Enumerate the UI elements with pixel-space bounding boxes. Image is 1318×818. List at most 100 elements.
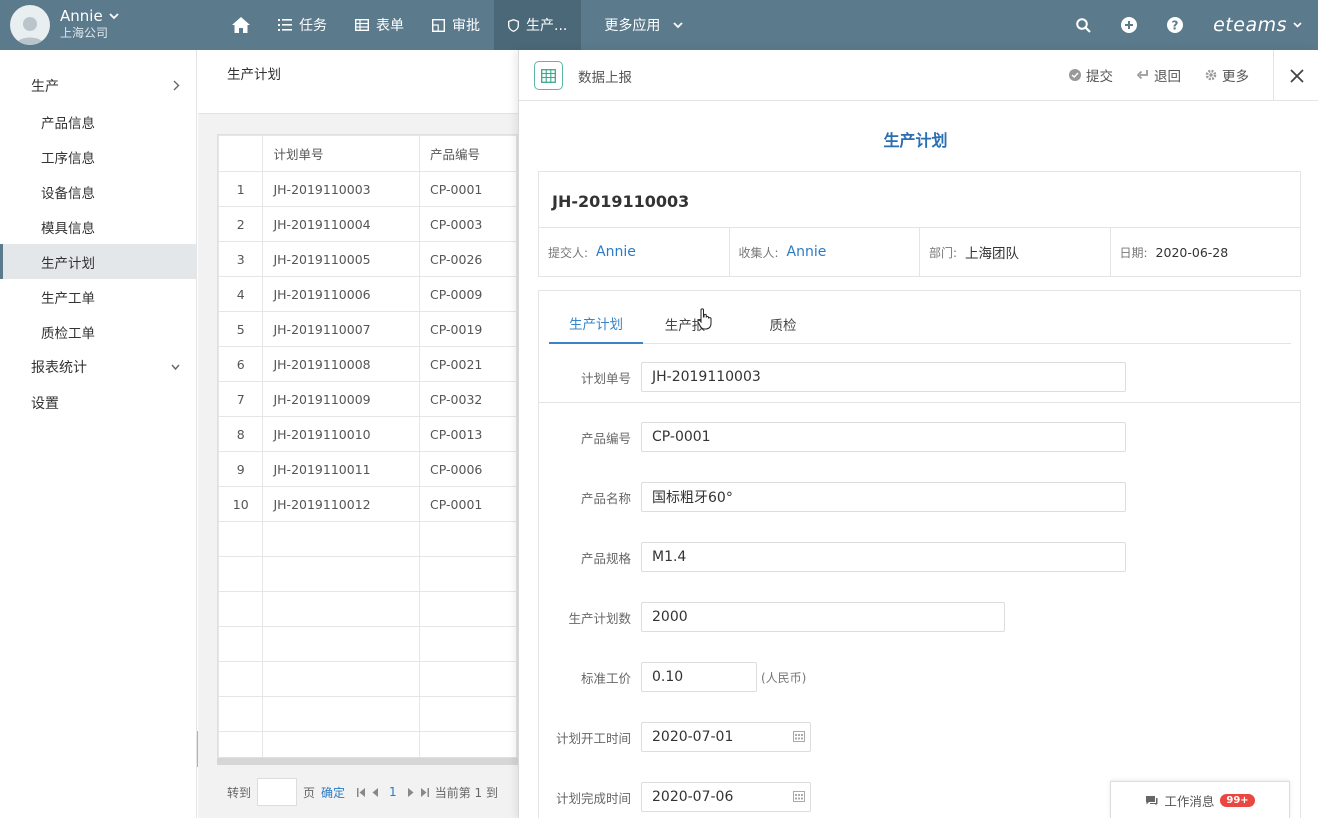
submit-button[interactable]: 提交 bbox=[1069, 65, 1113, 85]
start-date-input[interactable]: 2020-07-01 bbox=[641, 722, 811, 752]
empty-cell bbox=[419, 591, 517, 627]
field-plan-qty: 生产计划数 2000 bbox=[539, 602, 1005, 632]
tab-quality-check[interactable]: 质检 bbox=[727, 303, 839, 344]
return-button[interactable]: 退回 bbox=[1137, 65, 1181, 85]
plan-no-cell[interactable]: JH-2019110009 bbox=[262, 381, 421, 417]
table-row[interactable]: 1 JH-2019110003 CP-0001 bbox=[218, 171, 517, 207]
tab-production-plan[interactable]: 生产计划 bbox=[549, 303, 643, 344]
sidebar-item-mold-info[interactable]: 模具信息 bbox=[0, 209, 196, 244]
nav-more-apps[interactable]: 更多应用 bbox=[581, 0, 697, 50]
shield-icon bbox=[508, 18, 519, 32]
calendar-icon[interactable] bbox=[793, 791, 805, 802]
user-menu[interactable]: Annie 上海公司 bbox=[10, 5, 119, 45]
table-row[interactable]: 8 JH-2019110010 CP-0013 bbox=[218, 416, 517, 452]
plan-no-input[interactable]: JH-2019110003 bbox=[641, 362, 1126, 392]
user-name[interactable]: Annie bbox=[60, 8, 103, 25]
product-name-input[interactable]: 国标粗牙60° bbox=[641, 482, 1126, 512]
collector-label: 收集人: bbox=[738, 245, 779, 260]
nav-tasks[interactable]: 任务 bbox=[264, 0, 341, 50]
panel-header: 数据上报 提交 退回 更多 bbox=[519, 50, 1318, 101]
section-divider bbox=[539, 402, 1300, 403]
plan-no-cell[interactable]: JH-2019110003 bbox=[262, 171, 421, 207]
nav-home[interactable] bbox=[218, 0, 264, 50]
brand-menu[interactable]: eteams bbox=[1213, 14, 1302, 36]
product-no-cell: CP-0001 bbox=[419, 171, 517, 207]
next-page-icon[interactable] bbox=[407, 787, 414, 797]
close-button[interactable] bbox=[1273, 50, 1318, 101]
table-row[interactable]: 3 JH-2019110005 CP-0026 bbox=[218, 241, 517, 277]
first-page-icon[interactable] bbox=[357, 787, 366, 797]
empty-cell bbox=[218, 731, 264, 757]
field-std-price: 标准工价 0.10 (人民币) bbox=[539, 662, 806, 692]
sidebar-item-production-plan[interactable]: 生产计划 bbox=[0, 244, 196, 279]
nav-forms[interactable]: 表单 bbox=[341, 0, 418, 50]
plan-no-cell[interactable]: JH-2019110005 bbox=[262, 241, 421, 277]
nav-label: 表单 bbox=[376, 18, 404, 34]
std-price-input[interactable]: 0.10 bbox=[641, 662, 757, 692]
table-row[interactable]: 2 JH-2019110004 CP-0003 bbox=[218, 206, 517, 242]
row-index: 9 bbox=[218, 451, 264, 487]
list-title: 生产计划 bbox=[227, 67, 281, 83]
plan-no-cell[interactable]: JH-2019110012 bbox=[262, 486, 421, 522]
column-header-plan-no[interactable]: 计划单号 bbox=[262, 135, 421, 172]
empty-cell bbox=[419, 696, 517, 732]
product-spec-input[interactable]: M1.4 bbox=[641, 542, 1126, 572]
search-icon[interactable] bbox=[1076, 17, 1091, 33]
chevron-down-icon bbox=[673, 21, 683, 28]
plan-no-cell[interactable]: JH-2019110006 bbox=[262, 276, 421, 312]
sidebar-item-process-info[interactable]: 工序信息 bbox=[0, 139, 196, 174]
table-row[interactable]: 9 JH-2019110011 CP-0006 bbox=[218, 451, 517, 487]
work-messages-button[interactable]: 工作消息 99+ bbox=[1110, 781, 1290, 818]
plan-no-cell[interactable]: JH-2019110011 bbox=[262, 451, 421, 487]
plan-no-cell[interactable]: JH-2019110004 bbox=[262, 206, 421, 242]
empty-cell bbox=[419, 731, 517, 757]
row-index: 10 bbox=[218, 486, 264, 522]
avatar[interactable] bbox=[10, 5, 50, 45]
pager-confirm-button[interactable]: 确定 bbox=[321, 784, 345, 801]
submitter-link[interactable]: Annie bbox=[596, 244, 636, 260]
sidebar-item-label: 质检工单 bbox=[41, 325, 95, 342]
plan-no-cell[interactable]: JH-2019110010 bbox=[262, 416, 421, 452]
chevron-down-icon[interactable] bbox=[109, 13, 119, 20]
table-row[interactable]: 5 JH-2019110007 CP-0019 bbox=[218, 311, 517, 347]
column-header-product-no[interactable]: 产品编号 bbox=[419, 135, 517, 172]
end-date-input[interactable]: 2020-07-06 bbox=[641, 782, 811, 812]
table-row[interactable]: 7 JH-2019110009 CP-0032 bbox=[218, 381, 517, 417]
empty-cell bbox=[262, 521, 421, 557]
nav-production[interactable]: 生产... bbox=[494, 0, 582, 50]
sidebar-item-equipment-info[interactable]: 设备信息 bbox=[0, 174, 196, 209]
sidebar-group-settings[interactable]: 设置 bbox=[0, 385, 196, 421]
row-index: 8 bbox=[218, 416, 264, 452]
prev-page-icon[interactable] bbox=[372, 787, 379, 797]
nav-approval[interactable]: 审批 bbox=[418, 0, 494, 50]
sidebar-item-label: 工序信息 bbox=[41, 150, 95, 167]
add-icon[interactable] bbox=[1121, 17, 1138, 33]
collector-link[interactable]: Annie bbox=[787, 244, 827, 260]
sidebar-group-reports[interactable]: 报表统计 bbox=[0, 349, 196, 385]
sidebar: 生产 产品信息 工序信息 设备信息 模具信息 生产计划 生产工单 质检工单 报表… bbox=[0, 50, 197, 818]
return-icon bbox=[1137, 70, 1148, 80]
plan-qty-input[interactable]: 2000 bbox=[641, 602, 1005, 632]
product-no-input[interactable]: CP-0001 bbox=[641, 422, 1126, 452]
help-icon[interactable]: ? bbox=[1167, 17, 1184, 33]
sidebar-group-production[interactable]: 生产 bbox=[0, 68, 196, 104]
field-product-name: 产品名称 国标粗牙60° bbox=[539, 482, 1126, 512]
table-row[interactable]: 6 JH-2019110008 CP-0021 bbox=[218, 346, 517, 382]
svg-text:?: ? bbox=[1172, 19, 1179, 33]
plan-no-cell[interactable]: JH-2019110007 bbox=[262, 311, 421, 347]
more-button[interactable]: 更多 bbox=[1205, 65, 1249, 85]
sidebar-item-qc-order[interactable]: 质检工单 bbox=[0, 314, 196, 349]
approval-icon bbox=[432, 18, 445, 32]
pager-current-page[interactable]: 1 bbox=[389, 785, 397, 799]
plan-no-cell[interactable]: JH-2019110008 bbox=[262, 346, 421, 382]
table-row[interactable]: 10 JH-2019110012 CP-0001 bbox=[218, 486, 517, 522]
table-row[interactable]: 4 JH-2019110006 CP-0009 bbox=[218, 276, 517, 312]
horizontal-scrollbar[interactable] bbox=[217, 758, 518, 765]
sidebar-item-work-order[interactable]: 生产工单 bbox=[0, 279, 196, 314]
calendar-icon[interactable] bbox=[793, 731, 805, 742]
tab-production-report[interactable]: 生产报 bbox=[643, 303, 727, 344]
sidebar-item-product-info[interactable]: 产品信息 bbox=[0, 104, 196, 139]
page-number-input[interactable] bbox=[257, 778, 298, 806]
table-icon bbox=[355, 19, 369, 31]
last-page-icon[interactable] bbox=[420, 787, 429, 797]
